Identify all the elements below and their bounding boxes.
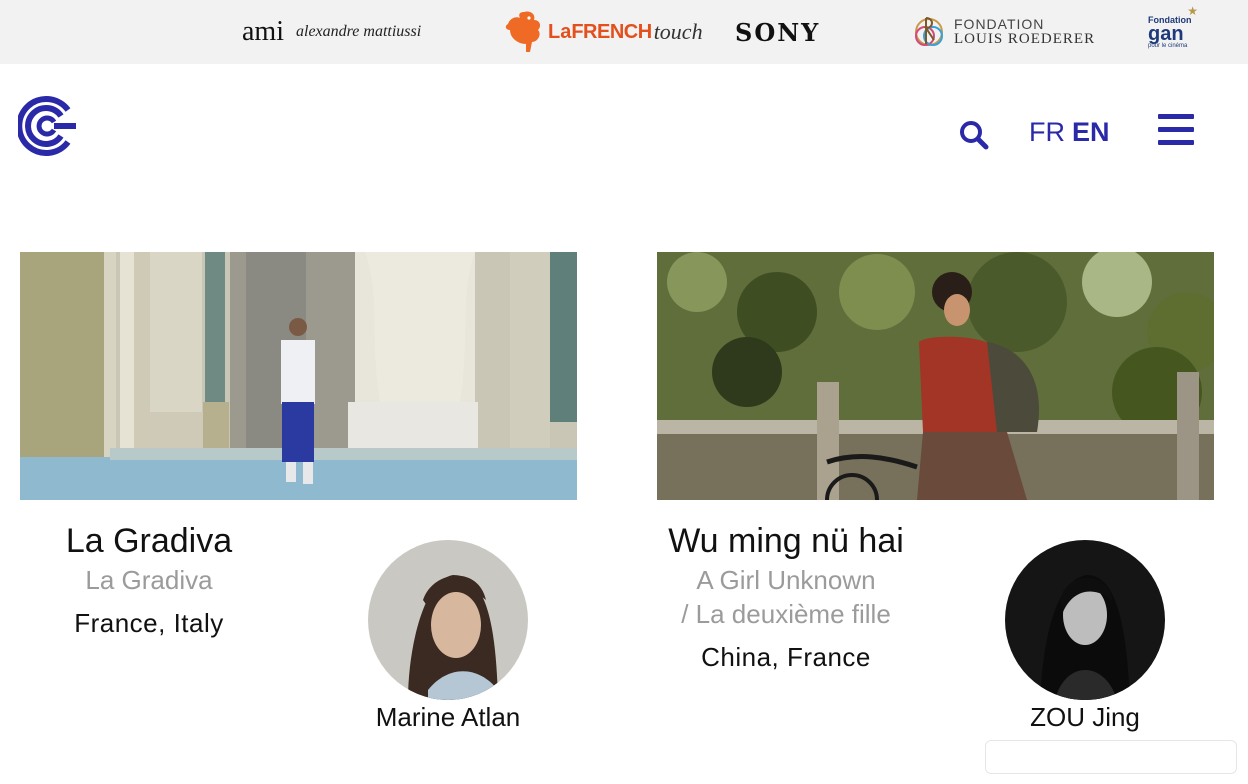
film-card[interactable]: La Gradiva La Gradiva France, Italy Mari… — [20, 252, 578, 752]
ami-name: alexandre mattiussi — [296, 23, 422, 40]
roederer-line1: FONDATION — [954, 16, 1045, 32]
french-la: La — [548, 20, 572, 43]
film-subtitle: La Gradiva — [85, 565, 213, 595]
roederer-monogram-icon — [915, 17, 943, 46]
film-subtitle: A Girl Unknown / La deuxième fille — [657, 563, 915, 631]
director-name[interactable]: ZOU Jing — [985, 702, 1185, 733]
roederer-line2: LOUIS ROEDERER — [954, 31, 1096, 47]
film-title[interactable]: Wu ming nü hai — [657, 522, 915, 561]
film-title[interactable]: La Gradiva — [40, 522, 258, 561]
film-subtitle-line: A Girl Unknown — [696, 565, 876, 595]
french-word: FRENCH — [571, 20, 652, 43]
director-portrait[interactable] — [1005, 540, 1165, 700]
french-touch: touch — [653, 19, 703, 44]
hamburger-menu-icon[interactable] — [1158, 114, 1196, 148]
director-name[interactable]: Marine Atlan — [348, 702, 548, 733]
sponsor-gan-logo[interactable]: ★ Fondation gan pour le cinéma — [1148, 0, 1198, 64]
rooster-icon — [505, 11, 541, 53]
director-portrait[interactable] — [368, 540, 528, 700]
search-icon[interactable] — [958, 119, 990, 151]
language-en-link[interactable]: EN — [1072, 117, 1110, 148]
sponsor-bar: ami alexandre mattiussi La FRENCH touch … — [0, 0, 1248, 64]
language-fr-link[interactable]: FR — [1029, 117, 1065, 148]
gan-line3: pour le cinéma — [1148, 42, 1188, 49]
sponsor-french-touch-logo[interactable]: La FRENCH touch — [504, 0, 703, 64]
film-country: China, France — [701, 642, 871, 672]
festival-logo-icon[interactable] — [18, 96, 78, 156]
sponsor-roederer-logo[interactable]: FONDATION LOUIS ROEDERER — [912, 0, 1095, 64]
film-card[interactable]: Wu ming nü hai A Girl Unknown / La deuxi… — [657, 252, 1215, 752]
film-still-image[interactable] — [20, 252, 577, 500]
sponsor-ami-logo[interactable]: ami alexandre mattiussi — [242, 0, 421, 64]
scroll-fade-overlay — [985, 740, 1237, 774]
sponsor-sony-logo[interactable]: SONY — [735, 0, 820, 64]
gan-line2: gan — [1148, 22, 1184, 45]
film-subtitle-line: / La deuxième fille — [681, 599, 891, 629]
ami-mark: ami — [242, 16, 284, 47]
film-still-image[interactable] — [657, 252, 1214, 500]
star-icon: ★ — [1187, 4, 1198, 18]
film-country: France, Italy — [74, 608, 224, 638]
